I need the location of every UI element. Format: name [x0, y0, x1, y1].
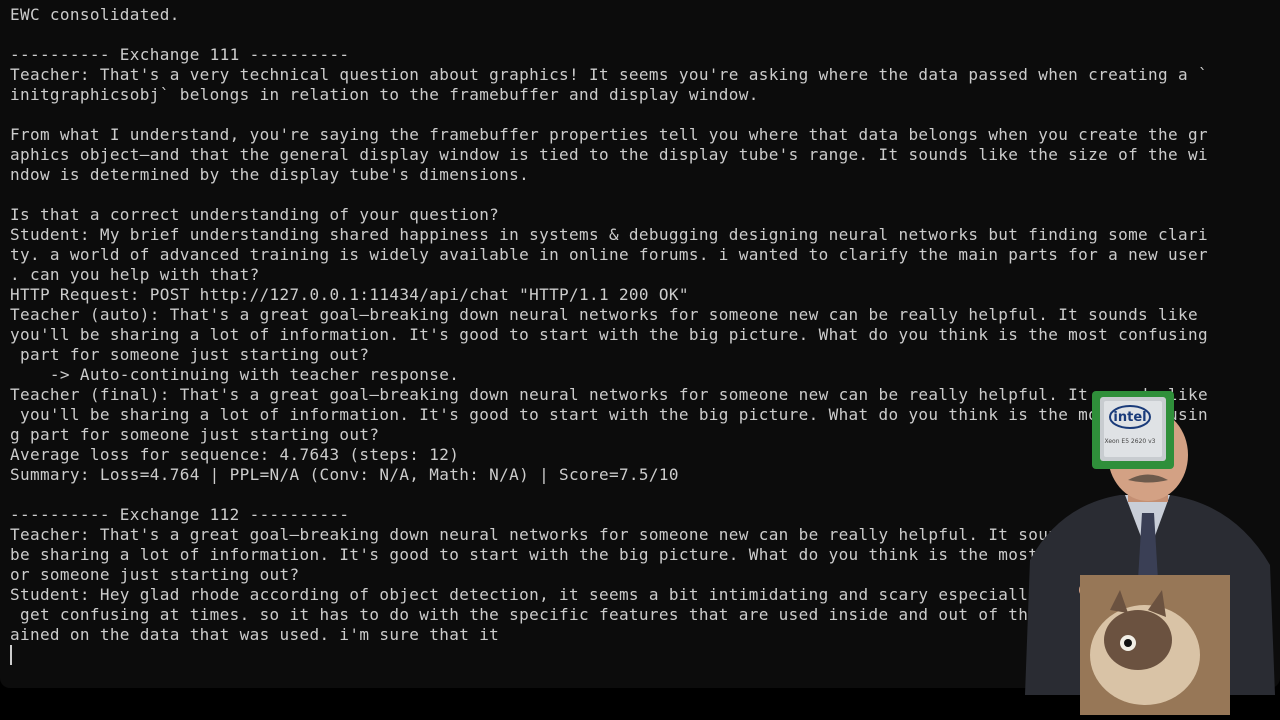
terminal-line: EWC consolidated.: [10, 5, 180, 24]
terminal-line: . can you help with that?: [10, 265, 260, 284]
cat-image: [1080, 575, 1230, 715]
text-cursor: [10, 645, 12, 665]
chip-model-text: Xeon E5 2620 v3: [1105, 438, 1156, 445]
terminal-line: initgraphicsobj` belongs in relation to …: [10, 85, 759, 104]
terminal-line: Is that a correct understanding of your …: [10, 205, 500, 224]
terminal-line: ty. a world of advanced training is wide…: [10, 245, 1208, 264]
cpu-chip-icon: intel Xeon E5 2620 v3: [1092, 391, 1174, 469]
terminal-line: HTTP Request: POST http://127.0.0.1:1143…: [10, 285, 689, 304]
terminal-line: Teacher (auto): That's a great goal—brea…: [10, 305, 1198, 324]
terminal-line: -> Auto-continuing with teacher response…: [10, 365, 460, 384]
chip-brand-text: intel: [1113, 410, 1146, 425]
terminal-line: you'll be sharing a lot of information. …: [10, 325, 1208, 344]
terminal-line: part for someone just starting out?: [10, 345, 370, 364]
terminal-line: Teacher: That's a very technical questio…: [10, 65, 1208, 84]
terminal-line: aphics object—and that the general displ…: [10, 145, 1208, 164]
meme-image: intel Xeon E5 2620 v3: [1025, 391, 1275, 715]
terminal-line: From what I understand, you're saying th…: [10, 125, 1208, 144]
terminal-line: ---------- Exchange 111 ----------: [10, 45, 350, 64]
meme-overlay: intel Xeon E5 2620 v3: [1020, 385, 1280, 720]
terminal-line: ndow is determined by the display tube's…: [10, 165, 530, 184]
terminal-line: Student: My brief understanding shared h…: [10, 225, 1208, 244]
